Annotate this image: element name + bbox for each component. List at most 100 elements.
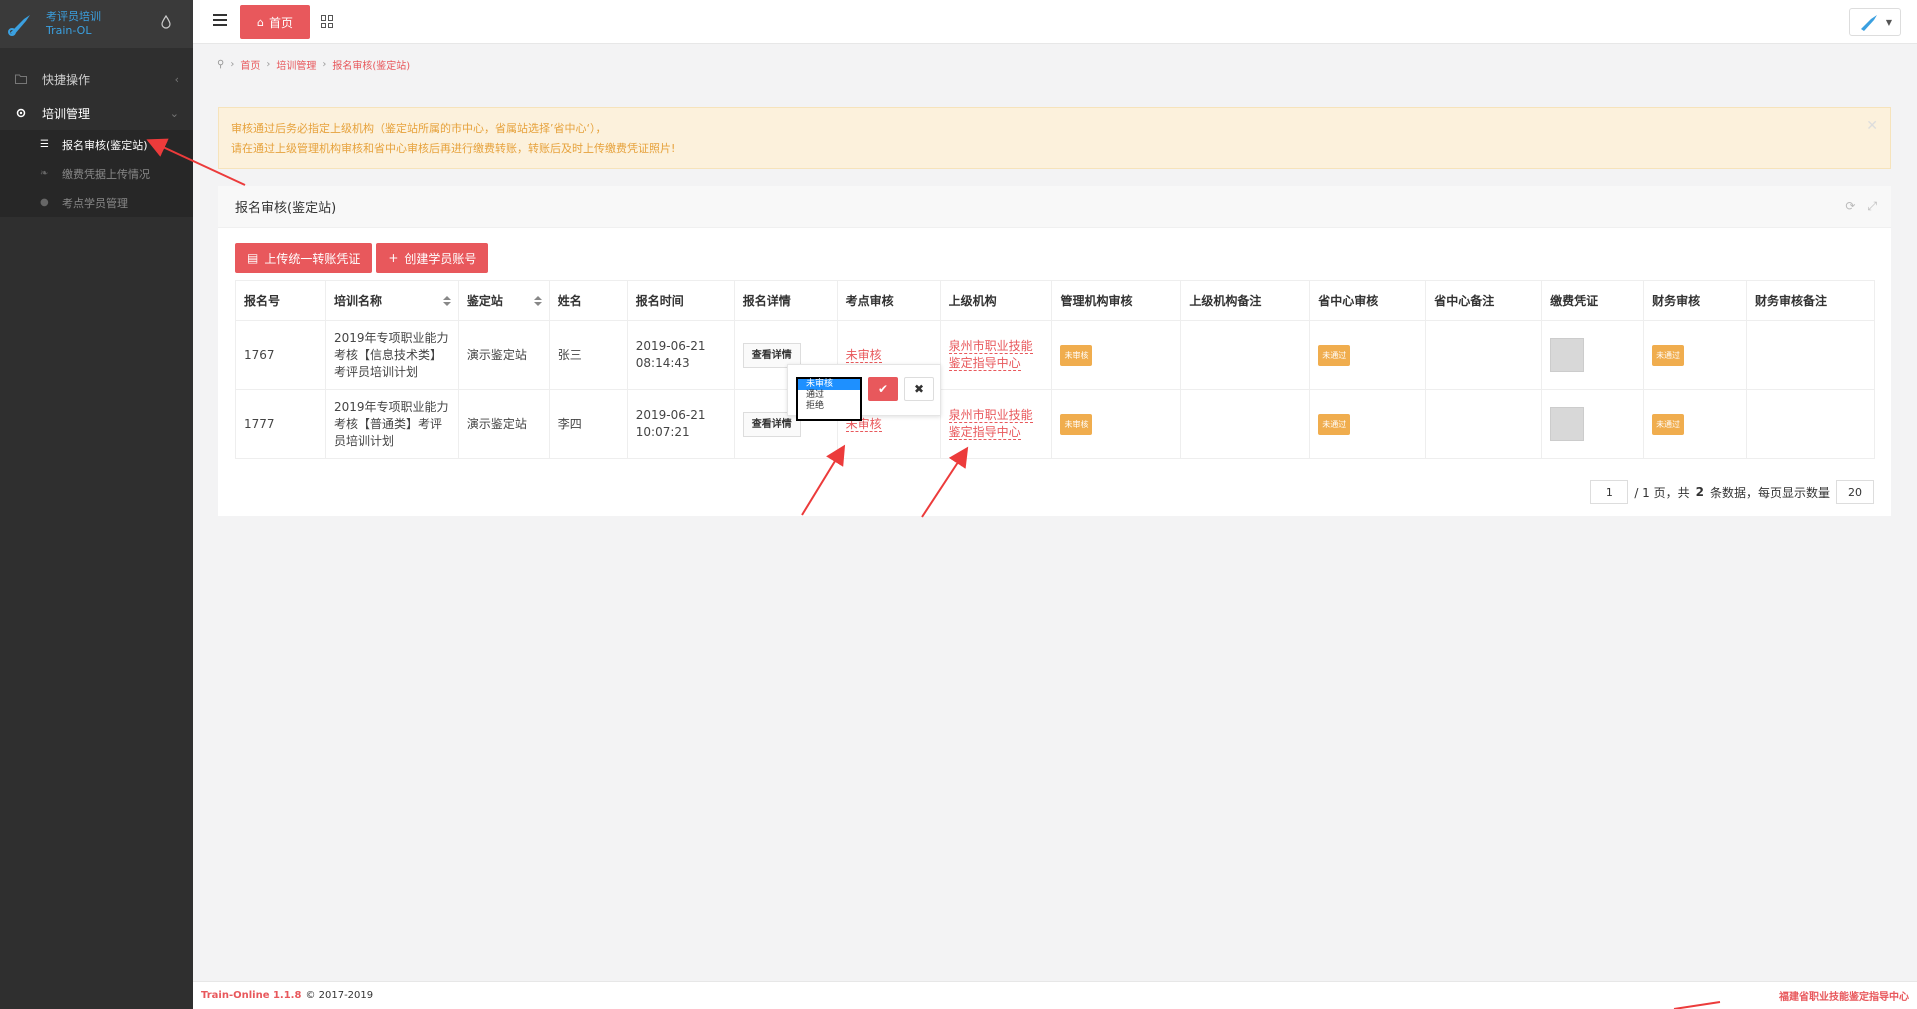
logo: 考评员培训 Train-OL <box>0 0 193 48</box>
cell-training-name: 2019年专项职业能力考核【普通类】考评员培训计划 <box>324 389 459 459</box>
avatar <box>1860 15 1877 31</box>
sidebar-subitem-student-manage[interactable]: ● 考点学员管理 <box>0 188 193 217</box>
option-pass[interactable]: 通过 <box>798 390 860 401</box>
site-review-editable[interactable]: 未审核 <box>845 347 882 363</box>
create-button-label: 创建学员账号 <box>404 251 477 266</box>
breadcrumb-section[interactable]: 培训管理 <box>276 57 316 72</box>
refresh-icon[interactable]: ⟳ <box>1845 199 1855 214</box>
column-header[interactable]: 上级机构备注 <box>1180 280 1311 321</box>
status-badge: 未通过 <box>1318 413 1351 435</box>
grid-icon[interactable] <box>321 15 334 28</box>
superior-org-editable[interactable]: 泉州市职业技能鉴定指导中心 <box>948 339 1033 371</box>
cancel-button[interactable]: ✖ <box>904 377 934 401</box>
column-header[interactable]: 姓名 <box>548 280 628 321</box>
column-header[interactable]: 财务审核备注 <box>1745 280 1876 321</box>
column-header[interactable]: 上级机构 <box>939 280 1053 321</box>
app-name-en: Train-OL <box>46 24 92 37</box>
cell-finance-review: 未通过 <box>1643 389 1747 459</box>
alert-line-1: 审核通过后务必指定上级机构（鉴定站所属的市中心，省属站选择’省中心‘）， <box>231 122 607 135</box>
file-icon: ▤ <box>247 251 259 265</box>
table-row: 1767 2019年专项职业能力考核【信息技术类】考评员培训计划 演示鉴定站 张… <box>235 320 1876 390</box>
footer-copyright: © 2017-2019 <box>305 990 374 1001</box>
sidebar-item-label: 培训管理 <box>42 106 91 121</box>
theme-drop-icon[interactable] <box>161 14 171 29</box>
column-header[interactable]: 省中心审核 <box>1309 280 1427 321</box>
breadcrumb-home[interactable]: 首页 <box>240 57 260 72</box>
page-size-input[interactable]: 20 <box>1836 480 1874 504</box>
cell-person: 张三 <box>548 320 628 390</box>
home-icon: ⌂ <box>257 15 264 29</box>
column-header[interactable]: 省中心备注 <box>1425 280 1543 321</box>
cell-id: 1777 <box>235 389 326 459</box>
table-row: 1777 2019年专项职业能力考核【普通类】考评员培训计划 演示鉴定站 李四 … <box>235 389 1876 459</box>
cell-prov-review: 未通过 <box>1309 389 1427 459</box>
topbar: ⌂ 首页 ▼ <box>193 0 1917 44</box>
voucher-thumbnail[interactable] <box>1550 338 1585 372</box>
voucher-thumbnail[interactable] <box>1550 407 1585 441</box>
plus-icon: + <box>388 251 399 265</box>
option-pending[interactable]: 未审核 <box>798 379 860 390</box>
cell-superior: 泉州市职业技能鉴定指导中心 <box>939 320 1053 390</box>
sidebar-item-shortcuts[interactable]: 快捷操作 ‹ <box>0 62 193 96</box>
create-student-account-button[interactable]: + 创建学员账号 <box>376 243 489 273</box>
column-header[interactable]: 缴费凭证 <box>1541 280 1645 321</box>
check-icon: ✔ <box>877 382 889 396</box>
hamburger-icon[interactable] <box>213 14 227 28</box>
cell-finance-note <box>1745 389 1876 459</box>
sort-icon[interactable] <box>533 296 542 306</box>
registration-table: 报名号 培训名称 鉴定站 姓名 报名时间 报名详情 考点审核 上级机构 管理机构… <box>235 280 1876 459</box>
column-header[interactable]: 管理机构审核 <box>1051 280 1182 321</box>
status-badge: 未通过 <box>1652 413 1685 435</box>
sidebar-subitem-label: 缴费凭据上传情况 <box>62 167 150 181</box>
cell-time: 2019-06-21 08:14:43 <box>626 320 735 390</box>
leaf-icon: ❧ <box>40 168 49 179</box>
confirm-button[interactable]: ✔ <box>868 377 898 401</box>
cell-id: 1767 <box>235 320 326 390</box>
cell-finance-note <box>1745 320 1876 390</box>
alert-line-2: 请在通过上级管理机构审核和省中心审核后再进行缴费转账，转账后及时上传缴费凭证照片… <box>231 142 676 155</box>
sidebar-subitem-label: 报名审核(鉴定站) <box>62 138 148 152</box>
column-header[interactable]: 报名详情 <box>733 280 838 321</box>
cell-superior-note <box>1180 389 1311 459</box>
column-header[interactable]: 考点审核 <box>836 280 941 321</box>
breadcrumb: ⚲ › 首页 › 培训管理 › 报名审核(鉴定站) <box>217 57 411 72</box>
column-header[interactable]: 报名时间 <box>626 280 735 321</box>
app-name-cn: 考评员培训 <box>46 10 101 23</box>
sidebar-subitem-payment-upload[interactable]: ❧ 缴费凭据上传情况 <box>0 159 193 188</box>
column-header-sortable[interactable]: 培训名称 <box>324 280 459 321</box>
fullscreen-icon[interactable]: ⤢ <box>1867 199 1877 214</box>
user-menu-button[interactable]: ▼ <box>1849 8 1901 36</box>
logo-icon <box>6 9 36 39</box>
status-badge: 未审核 <box>1060 344 1093 366</box>
close-icon[interactable]: ✕ <box>1866 116 1878 136</box>
pagination-records: 条数据，每页显示数量 <box>1709 485 1830 500</box>
folder-icon <box>14 72 28 86</box>
upload-transfer-voucher-button[interactable]: ▤ 上传统一转账凭证 <box>235 243 373 273</box>
status-badge: 未通过 <box>1318 344 1351 366</box>
option-reject[interactable]: 拒绝 <box>798 401 860 412</box>
cell-prov-note <box>1425 389 1543 459</box>
sidebar-subitem-registration-review[interactable]: ☰ 报名审核(鉴定站) <box>0 130 193 159</box>
superior-org-editable[interactable]: 泉州市职业技能鉴定指导中心 <box>948 408 1033 440</box>
column-header[interactable]: 财务审核 <box>1643 280 1747 321</box>
review-status-select[interactable]: 未审核 通过 拒绝 <box>796 377 862 421</box>
column-header[interactable]: 报名号 <box>235 280 326 321</box>
review-edit-popover: 未审核 通过 拒绝 ✔ ✖ <box>787 364 941 421</box>
tab-home[interactable]: ⌂ 首页 <box>240 5 310 39</box>
chevron-down-icon: ▼ <box>1885 17 1893 27</box>
cell-time: 2019-06-21 10:07:21 <box>626 389 735 459</box>
status-badge: 未审核 <box>1060 413 1093 435</box>
tab-home-label: 首页 <box>268 15 293 30</box>
sidebar-subitem-label: 考点学员管理 <box>62 196 128 210</box>
cell-prov-review: 未通过 <box>1309 320 1427 390</box>
warning-alert: 审核通过后务必指定上级机构（鉴定站所属的市中心，省属站选择’省中心‘）， 请在通… <box>218 107 1891 169</box>
column-header-sortable[interactable]: 鉴定站 <box>457 280 550 321</box>
pagination-total-pages: / 1 页，共 <box>1634 485 1690 500</box>
list-icon: ☰ <box>40 139 49 150</box>
cell-mgmt-review: 未审核 <box>1051 320 1182 390</box>
sidebar-item-training[interactable]: 培训管理 ⌄ <box>0 96 193 130</box>
page-input[interactable]: 1 <box>1590 480 1629 504</box>
cell-training-name: 2019年专项职业能力考核【信息技术类】考评员培训计划 <box>324 320 459 390</box>
chevron-down-icon: ⌄ <box>169 106 179 120</box>
sort-icon[interactable] <box>442 296 451 306</box>
